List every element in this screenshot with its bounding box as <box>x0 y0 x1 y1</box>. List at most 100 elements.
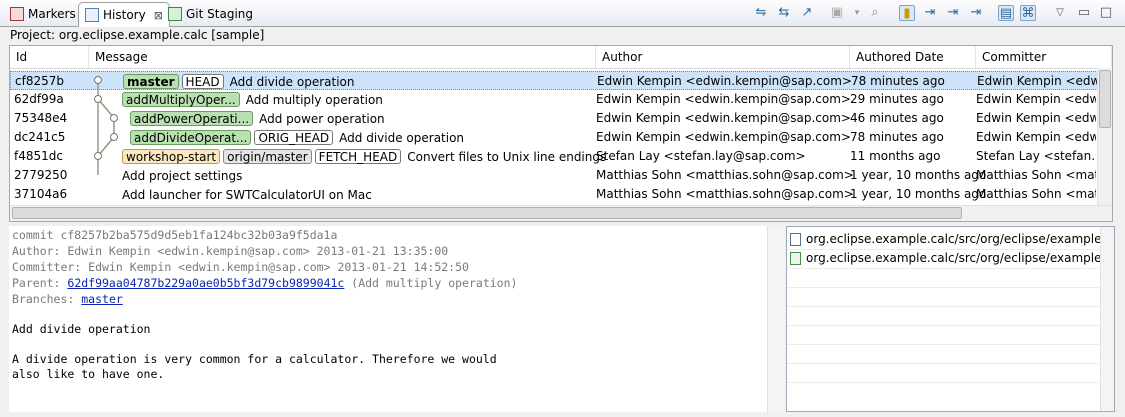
commit-refs: master HEAD Add divide operation <box>123 73 354 90</box>
table-vertical-scrollbar[interactable] <box>1097 68 1112 207</box>
maximize-icon[interactable]: □ <box>1098 5 1114 21</box>
tab-markers-label: Markers <box>28 7 76 21</box>
commit-details-pane[interactable]: commit cf8257b2ba575d9d5eb1fa124bc32b03a… <box>9 226 784 412</box>
show-find-toolbar-icon[interactable]: ▤ <box>998 5 1014 21</box>
view-menu-icon[interactable]: ▽ <box>1052 5 1068 21</box>
show-comment-icon[interactable]: ⌘ <box>1020 5 1036 21</box>
parent-line: Parent: 62df99aa04787b229a0ae0b5bf3d79cb… <box>12 276 517 290</box>
commit-date: 1 year, 10 months ago <box>850 187 987 201</box>
file-path: org.eclipse.example.calc/src/org/eclipse… <box>806 251 1115 265</box>
minimize-icon[interactable]: ▭ <box>1076 5 1092 21</box>
show-all-changes-icon[interactable]: ▮ <box>899 5 915 21</box>
ref-label: FETCH_HEAD <box>314 149 402 164</box>
commit-graph <box>94 76 118 175</box>
view-tab-bar: Markers History ⊠ Git Staging ⇋ ⇆ ↗ ▣ ▾ … <box>0 0 1125 27</box>
git-staging-icon <box>168 7 182 21</box>
project-label: Project: org.eclipse.example.calc [sampl… <box>10 28 265 42</box>
commit-committer: Edwin Kempin <edwi <box>976 92 1096 106</box>
chevron-down-icon[interactable]: ▾ <box>849 5 865 21</box>
column-header-committer[interactable]: Committer <box>976 46 1112 68</box>
commit-date: 11 months ago <box>850 149 941 163</box>
markers-icon <box>10 7 24 21</box>
commit-committer: Matthias Sohn <matth <box>976 187 1096 201</box>
table-row[interactable]: dc241c5 addDivideOperat... ORIG_HEAD Add di… <box>10 128 1098 147</box>
commit-date: 78 minutes ago <box>850 130 944 144</box>
show-all-branches-icon[interactable]: ↗ <box>799 5 815 21</box>
commit-date: 29 minutes ago <box>850 92 944 106</box>
commit-hash-line: commit cf8257b2ba575d9d5eb1fa124bc32b03a… <box>12 228 338 242</box>
table-row[interactable]: f4851dc workshop-start origin/master FETCH_… <box>10 147 1098 166</box>
ref-label: HEAD <box>181 74 224 89</box>
tab-history-label: History <box>103 8 146 22</box>
commit-refs: addMultiplyOper... Add multiply operation <box>122 91 383 108</box>
commit-body-line-1: A divide operation is very common for a … <box>12 352 497 366</box>
commit-committer: Edwin Kempin <edwi <box>976 130 1096 144</box>
tab-git-staging[interactable]: Git Staging <box>162 2 259 26</box>
list-divider <box>787 344 1100 345</box>
collapse-icon[interactable]: ▣ <box>829 5 845 21</box>
commit-message: Add divide operation <box>229 74 355 89</box>
added-file-icon <box>790 252 801 265</box>
commit-committer: Stefan Lay <stefan.lay@ <box>976 149 1096 163</box>
table-header: Id Message Author Authored Date Committe… <box>10 46 1112 69</box>
tab-git-staging-label: Git Staging <box>186 7 254 21</box>
link-with-selection-icon[interactable]: ⇋ <box>753 5 769 21</box>
table-row[interactable]: 75348e4 addPowerOperati... Add power opera… <box>10 109 1098 128</box>
search-icon[interactable]: ⌕ <box>867 5 883 21</box>
files-vertical-scrollbar[interactable] <box>1100 227 1114 411</box>
commit-subject: Add divide operation <box>12 322 151 336</box>
commit-author: Matthias Sohn <matthias.sohn@sap.com> <box>596 168 854 182</box>
column-header-message[interactable]: Message <box>89 46 596 68</box>
horizontal-scroll-thumb[interactable] <box>12 207 962 219</box>
file-row[interactable]: org.eclipse.example.calc/src/org/eclipse… <box>790 230 1115 249</box>
vertical-scroll-thumb[interactable] <box>1099 70 1111 128</box>
parent-label: Parent: <box>12 276 68 290</box>
commit-author: Edwin Kempin <edwin.kempin@sap.com> <box>597 74 852 88</box>
tab-history[interactable]: History ⊠ <box>78 2 170 27</box>
commit-table[interactable]: Id Message Author Authored Date Committe… <box>9 45 1113 222</box>
table-row[interactable]: 37104a6 Add launcher for SWTCalculatorUI … <box>10 185 1098 204</box>
file-path: org.eclipse.example.calc/src/org/eclipse… <box>806 232 1115 246</box>
list-divider <box>787 363 1100 364</box>
compare-mode-icon[interactable]: ⇆ <box>776 5 792 21</box>
table-row[interactable]: 2779250 Add project settings Matthias Sohn… <box>10 166 1098 185</box>
table-row[interactable]: 62df99a addMultiplyOper... Add multiply op… <box>10 90 1098 109</box>
list-divider <box>787 268 1100 269</box>
branch-link-master[interactable]: master <box>81 292 123 306</box>
commit-message: Add power operation <box>259 111 385 126</box>
commit-refs: addDivideOperat... ORIG_HEAD Add divide op… <box>130 129 464 146</box>
ref-label: origin/master <box>223 149 312 164</box>
commit-message: Convert files to Unix line endings <box>407 149 607 164</box>
commit-author: Stefan Lay <stefan.lay@sap.com> <box>596 149 806 163</box>
commit-message: Add divide operation <box>339 130 465 145</box>
commit-date: 1 year, 10 months ago <box>850 168 987 182</box>
column-header-author[interactable]: Author <box>596 46 850 68</box>
filter-project-icon[interactable]: ⇥ <box>968 5 984 21</box>
commit-message: Add multiply operation <box>245 92 383 107</box>
filter-resource-icon[interactable]: ⇥ <box>922 5 938 21</box>
list-divider <box>787 306 1100 307</box>
column-header-authored-date[interactable]: Authored Date <box>850 46 976 68</box>
commit-message: Add launcher for SWTCalculatorUI on Mac <box>122 187 372 202</box>
file-row[interactable]: org.eclipse.example.calc/src/org/eclipse… <box>790 249 1115 268</box>
author-line: Author: Edwin Kempin <edwin.kempin@sap.c… <box>12 244 449 258</box>
commit-committer: Edwin Kempin <edwi <box>977 74 1097 88</box>
commit-refs: Add project settings <box>122 167 242 184</box>
commit-date: 78 minutes ago <box>851 74 945 88</box>
table-row[interactable]: cf8257b master HEAD Add divide operation Edw… <box>10 71 1098 90</box>
list-divider <box>787 382 1100 383</box>
parent-hash-link[interactable]: 62df99aa04787b229a0ae0b5bf3d79cb9899041c <box>67 276 344 290</box>
commit-author: Edwin Kempin <edwin.kempin@sap.com> <box>596 130 851 144</box>
table-horizontal-scrollbar[interactable] <box>10 205 1112 221</box>
tab-markers[interactable]: Markers <box>4 2 82 26</box>
filter-folder-icon[interactable]: ⇥ <box>945 5 961 21</box>
commit-refs: Add launcher for SWTCalculatorUI on Mac <box>122 186 372 203</box>
changed-files-list[interactable]: org.eclipse.example.calc/src/org/eclipse… <box>786 226 1115 412</box>
list-divider <box>787 287 1100 288</box>
ref-label: addDivideOperat... <box>130 130 252 145</box>
commit-committer: Matthias Sohn <matth <box>976 168 1096 182</box>
branches-line: Branches: master <box>12 292 123 306</box>
ref-label: addPowerOperati... <box>130 111 254 126</box>
details-vertical-scrollbar[interactable] <box>767 226 785 412</box>
commit-date: 46 minutes ago <box>850 111 944 125</box>
